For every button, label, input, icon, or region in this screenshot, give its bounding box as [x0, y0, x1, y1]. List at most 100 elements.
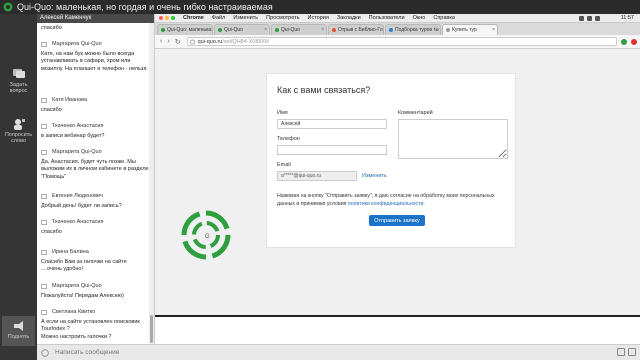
system-tray [576, 16, 600, 21]
webinar-titlebar: Qui-Quo: маленькая, но гордая и очень ги… [0, 0, 640, 14]
close-tab-icon[interactable]: × [211, 25, 212, 35]
chat-messages[interactable]: спасибо Маргарита Qui-Quo Катя, на нам б… [37, 23, 154, 344]
chat-message: Маргарита Qui-Quo Пожалуйста! Передам Ал… [41, 283, 149, 300]
chat-input-actions [614, 348, 636, 356]
message-icon [41, 284, 47, 290]
request-speak-button[interactable]: Попросить слово [0, 118, 37, 144]
person-speak-icon [13, 119, 25, 130]
name-field[interactable] [277, 119, 387, 129]
browser-tab[interactable]: Qui-Quo × [271, 24, 327, 35]
webinar-title: Qui-Quo: маленькая, но гордая и очень ги… [17, 2, 273, 12]
address-bar[interactable]: qui-quo.ru/sel/QH84-X088/0# [186, 37, 617, 46]
chat-message: Маргарита Qui-Quo Катя, на нам бук можно… [41, 41, 149, 73]
close-window-icon[interactable] [159, 16, 163, 20]
menu-bookmarks[interactable]: Закладки [337, 15, 361, 21]
chat-message: Ткаченко Анастасия спасибо [41, 219, 149, 236]
menu-users[interactable]: Пользователи [369, 15, 405, 21]
chat-message: Светлана Квитко А если на сайте установл… [41, 309, 149, 334]
message-icon [41, 124, 47, 130]
submit-request-button[interactable]: Отправить заявку [369, 215, 425, 226]
chat-author: Ткаченко Анастасия [52, 219, 104, 225]
browser-tab[interactable]: Qui-Quo: маленька× [157, 24, 213, 35]
tab-favicon-icon [275, 28, 279, 32]
volume-icon [587, 16, 592, 21]
chat-panel: Алексей Каменчук спасибо Маргарита Qui-Q… [37, 14, 155, 344]
tab-title: Отрыв с Библио-Глоб [338, 27, 384, 33]
comment-field[interactable] [398, 119, 508, 159]
chat-message-input[interactable] [55, 349, 255, 356]
form-title: Как с вами связаться? [277, 85, 371, 95]
svg-text:G: G [205, 234, 210, 240]
browser-tab[interactable]: Qui-Quo × [214, 24, 270, 35]
menu-help[interactable]: Справка [433, 15, 455, 21]
close-tab-icon[interactable]: × [264, 25, 267, 35]
privacy-policy-link[interactable]: политики конфиденциальности. [348, 201, 425, 207]
chat-message-text: Добрый день! будет ли запись? [41, 202, 122, 209]
message-icon [41, 42, 47, 48]
chat-message: Ткаченко Анастасия в записи вебинар буде… [41, 123, 149, 140]
ask-question-button[interactable]: Задать вопрос [0, 68, 37, 94]
menu-history[interactable]: История [308, 15, 329, 21]
consent-text: Нажимая на кнопку "Отправить заявку", я … [277, 193, 502, 208]
message-icon [41, 310, 47, 316]
reload-icon[interactable]: ↻ [175, 38, 181, 46]
smile-icon[interactable] [41, 348, 49, 357]
chat-message: Евгения Люденович Добрый день! будет ли … [41, 193, 149, 210]
chat-scrollbar[interactable] [149, 23, 154, 344]
close-tab-icon[interactable]: × [492, 25, 495, 35]
tab-favicon-icon [389, 28, 393, 32]
chat-author: Маргарита Qui-Quo [52, 283, 102, 289]
menu-view[interactable]: Просмотреть [266, 15, 299, 21]
chat-header: Алексей Каменчук [37, 14, 154, 23]
back-icon[interactable]: ‹ [160, 38, 162, 45]
name-label: Имя [277, 110, 288, 116]
maximize-window-icon[interactable] [171, 16, 175, 20]
chat-bubble-icon [12, 69, 25, 78]
close-tab-icon[interactable]: × [321, 25, 324, 35]
message-icon [41, 220, 47, 226]
chat-author: Светлана Квитко [52, 309, 96, 315]
menu-file[interactable]: Файл [212, 15, 226, 21]
send-icon[interactable] [628, 348, 636, 356]
chat-author: Евгения Люденович [52, 193, 103, 199]
window-controls[interactable] [159, 16, 177, 20]
phone-field[interactable] [277, 145, 387, 155]
url-path: /sel/QH84-X088/0# [222, 39, 270, 45]
megaphone-icon [13, 321, 23, 331]
browser-tab-active[interactable]: Купить тур × [442, 24, 498, 35]
shared-browser-window: Chrome Файл Изменить Просмотреть История… [155, 14, 640, 315]
raise-hand-button[interactable]: Поднять [2, 316, 35, 346]
chat-message-text: спасибо [41, 25, 62, 31]
chat-message-text: Да, Анастасия, будет чуть позже. Мы выло… [41, 158, 149, 180]
chat-scrollbar-thumb[interactable] [150, 315, 153, 343]
address-bar-row: ‹ › ↻ qui-quo.ru/sel/QH84-X088/0# [155, 35, 640, 49]
chat-message-text: спасибо [41, 228, 62, 235]
left-toolbar: Задать вопрос Попросить слово Поднять [0, 14, 37, 360]
browser-tab[interactable]: Подборка туров № С× [385, 24, 441, 35]
battery-icon [595, 16, 600, 21]
browser-tab[interactable]: Отрыв с Библио-Глоб× [328, 24, 384, 35]
qui-quo-extension-icon[interactable] [620, 38, 627, 45]
message-icon [41, 194, 47, 200]
menu-chrome[interactable]: Chrome [183, 15, 204, 21]
menu-window[interactable]: Окно [413, 15, 426, 21]
chat-input-bar [37, 344, 640, 360]
email-field [277, 171, 357, 181]
tab-favicon-icon [161, 28, 165, 32]
menu-edit[interactable]: Изменить [233, 15, 258, 21]
forward-icon[interactable]: › [167, 38, 169, 45]
extension-icon[interactable] [630, 38, 637, 45]
phone-label: Телефон [277, 136, 300, 142]
chat-author: Ткаченко Анастасия [52, 123, 104, 129]
minimize-window-icon[interactable] [165, 16, 169, 20]
tab-strip: Qui-Quo: маленька× Qui-Quo× Qui-Quo× Отр… [155, 23, 640, 35]
chat-message-text: Можно настроить галочки ? [41, 334, 112, 340]
chat-message-text: Спасибо Вам за галочки на сайте ....очен… [41, 258, 127, 273]
chat-message: спасибо [41, 25, 149, 33]
ask-question-label: Задать вопрос [9, 82, 28, 94]
attach-icon[interactable] [617, 348, 625, 356]
comment-label: Комментарий [398, 110, 433, 116]
change-email-link[interactable]: Изменить [362, 173, 387, 179]
chat-message: Маргарита Qui-Quo Да, Анастасия, будет ч… [41, 149, 149, 181]
request-speak-label: Попросить слово [4, 132, 33, 144]
